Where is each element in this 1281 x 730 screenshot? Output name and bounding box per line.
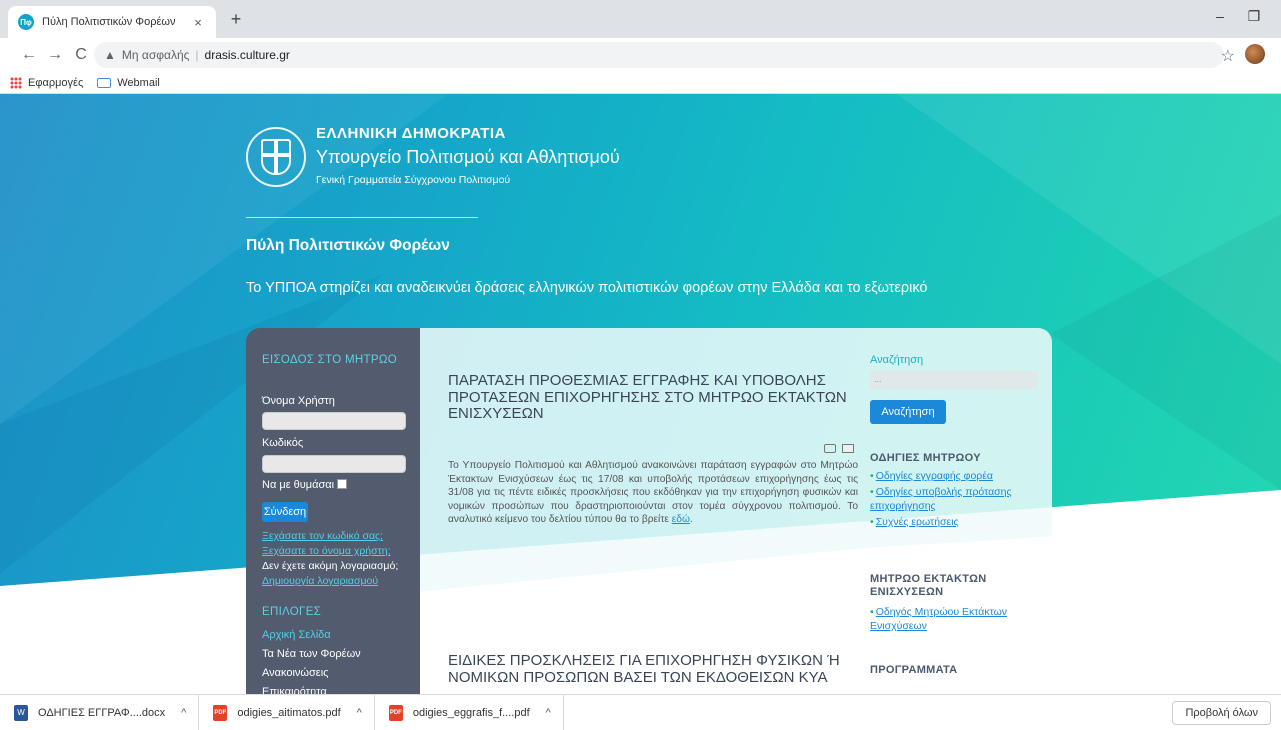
new-tab-button[interactable]: +: [224, 9, 248, 30]
forward-icon[interactable]: →: [42, 46, 68, 64]
url-input[interactable]: ▲ Μη ασφαλής | drasis.culture.gr: [94, 42, 1224, 68]
content-panel: ΕΙΣΟΔΟΣ ΣΤΟ ΜΗΤΡΩΟ Όνομα Χρήστη Κωδικός …: [246, 328, 1052, 694]
password-label: Κωδικός: [262, 437, 304, 449]
sidebar: ΕΙΣΟΔΟΣ ΣΤΟ ΜΗΤΡΩΟ Όνομα Χρήστη Κωδικός …: [246, 328, 420, 694]
search-input[interactable]: ...: [870, 371, 1038, 389]
page-title: Πύλη Πολιτιστικών Φορέων: [246, 237, 450, 254]
right-column: Αναζήτηση ... Αναζήτηση ΟΔΗΓΙΕΣ ΜΗΤΡΩΟΥ …: [870, 328, 1052, 694]
security-label[interactable]: Μη ασφαλής: [122, 48, 190, 62]
sidebar-item-news-current[interactable]: Επικαιρότητα: [262, 686, 327, 694]
tab-title: Πύλη Πολιτιστικών Φορέων: [42, 16, 176, 28]
print-icon[interactable]: [824, 444, 836, 453]
guide-link-faq[interactable]: • Συχνές ερωτήσεις: [870, 516, 959, 530]
pdf-icon: PDF: [388, 704, 403, 721]
create-account-link[interactable]: Δημιουργία λογαριασμού: [262, 575, 378, 587]
sidebar-item-news[interactable]: Τα Νέα των Φορέων: [262, 648, 361, 660]
ministry-name: Υπουργείο Πολιτισμού και Αθλητισμού: [316, 147, 620, 167]
login-button[interactable]: Σύνδεση: [262, 502, 308, 522]
login-heading: ΕΙΣΟΔΟΣ ΣΤΟ ΜΗΤΡΩΟ: [262, 354, 397, 366]
article-text: Το Υπουργείο Πολιτισμού και Αθλητισμού α…: [448, 460, 858, 526]
minimize-icon[interactable]: –: [1207, 8, 1233, 24]
org-title: ΕΛΛΗΝΙΚΗ ΔΗΜΟΚΡΑΤΙΑ: [316, 125, 506, 142]
tab-strip: Πφ Πύλη Πολιτιστικών Φορέων × + – ❐: [0, 0, 1281, 38]
divider: [246, 217, 478, 218]
article-body: Το Υπουργείο Πολιτισμού και Αθλητισμού α…: [448, 459, 858, 527]
forgot-username-link[interactable]: Ξεχάσατε το όνομα χρήστη;: [262, 545, 391, 557]
password-input[interactable]: [262, 455, 406, 473]
search-label: Αναζήτηση: [870, 354, 924, 366]
download-filename: odigies_aitimatos.pdf: [237, 706, 341, 719]
restore-icon[interactable]: ❐: [1241, 8, 1267, 25]
download-filename: odigies_eggrafis_f....pdf: [412, 706, 530, 719]
reload-icon[interactable]: C: [68, 46, 94, 64]
article-text-end: .: [689, 514, 693, 526]
back-icon[interactable]: ←: [16, 46, 42, 64]
no-account-text: Δεν έχετε ακόμη λογαριασμό;: [262, 560, 399, 572]
sidebar-item-announcements[interactable]: Ανακοινώσεις: [262, 667, 328, 679]
article-title[interactable]: ΕΙΔΙΚΕΣ ΠΡΟΣΚΛΗΣΕΙΣ ΓΙΑ ΕΠΙΧΟΡΗΓΗΣΗ ΦΥΣΙ…: [448, 652, 858, 686]
close-tab-icon[interactable]: ×: [190, 15, 206, 30]
tagline: Το ΥΠΠΟΑ στηρίζει και αναδεικνύει δράσει…: [246, 280, 928, 296]
username-input[interactable]: [262, 412, 406, 430]
guide-link-proposal[interactable]: • Οδηγίες υποβολής πρότασης επιχορήγησης: [870, 486, 1020, 513]
secretariat-name: Γενική Γραμματεία Σύγχρονου Πολιτισμού: [316, 174, 511, 186]
programs-heading: ΠΡΟΓΡΑΜΜΑΤΑ: [870, 664, 958, 676]
sidebar-item-home[interactable]: Αρχική Σελίδα: [262, 629, 331, 641]
download-filename: ΟΔΗΓΙΕΣ ΕΓΓΡΑΦ....docx: [38, 706, 166, 719]
forgot-password-link[interactable]: Ξεχάσατε τον κωδικό σας;: [262, 530, 383, 542]
download-item[interactable]: PDF odigies_aitimatos.pdf ^: [199, 694, 375, 730]
greek-emblem-icon: [246, 127, 306, 187]
site-favicon-icon: Πφ: [18, 14, 34, 30]
main-content: ΠΑΡΑΤΑΣΗ ΠΡΟΘΕΣΜΙΑΣ ΕΓΓΡΑΦΗΣ ΚΑΙ ΥΠΟΒΟΛΗ…: [420, 328, 870, 694]
bookmark-apps[interactable]: Εφαρμογές: [10, 76, 84, 89]
address-bar: ← → C ▲ Μη ασφαλής | drasis.culture.gr ☆: [0, 38, 1281, 72]
registry-heading: ΜΗΤΡΩΟ ΕΚΤΑΚΤΩΝ ΕΝΙΣΧΥΣΕΩΝ: [870, 573, 987, 598]
warning-triangle-icon[interactable]: ▲: [104, 48, 116, 62]
url-separator: |: [195, 48, 199, 62]
download-item[interactable]: PDF odigies_eggrafis_f....pdf ^: [375, 694, 564, 730]
username-label: Όνομα Χρήστη: [262, 395, 335, 407]
article-link[interactable]: εδώ: [672, 514, 690, 525]
avatar[interactable]: [1245, 44, 1265, 64]
chevron-up-icon[interactable]: ^: [546, 707, 551, 719]
remember-label: Να με θυμάσαι: [262, 479, 335, 491]
remember-checkbox[interactable]: [337, 479, 348, 489]
options-heading: ΕΠΙΛΟΓΕΣ: [262, 606, 322, 618]
search-button[interactable]: Αναζήτηση: [870, 400, 946, 424]
email-icon[interactable]: [842, 444, 854, 453]
registry-guide-link[interactable]: • Οδηγός Μητρώου Εκτάκτων Ενισχύσεων: [870, 606, 1010, 633]
mail-icon: [97, 77, 112, 88]
word-doc-icon: W: [14, 704, 28, 721]
pdf-icon: PDF: [213, 704, 228, 721]
bookmarks-bar: Εφαρμογές Webmail: [0, 72, 1281, 94]
download-item[interactable]: W ΟΔΗΓΙΕΣ ΕΓΓΡΑΦ....docx ^: [0, 694, 200, 730]
star-icon[interactable]: ☆: [1221, 46, 1235, 66]
tab-active[interactable]: Πφ Πύλη Πολιτιστικών Φορέων ×: [8, 6, 216, 38]
bookmark-webmail[interactable]: Webmail: [97, 77, 160, 89]
download-shelf: W ΟΔΗΓΙΕΣ ΕΓΓΡΑΦ....docx ^ PDF odigies_a…: [0, 694, 1281, 730]
chevron-up-icon[interactable]: ^: [357, 707, 362, 719]
show-all-downloads-button[interactable]: Προβολή όλων: [1172, 701, 1271, 725]
bookmark-label: Εφαρμογές: [28, 76, 84, 89]
remember-row: Να με θυμάσαι: [262, 479, 348, 491]
page-background: ΕΛΛΗΝΙΚΗ ΔΗΜΟΚΡΑΤΙΑ Υπουργείο Πολιτισμού…: [0, 94, 1281, 694]
article-title[interactable]: ΠΑΡΑΤΑΣΗ ΠΡΟΘΕΣΜΙΑΣ ΕΓΓΡΑΦΗΣ ΚΑΙ ΥΠΟΒΟΛΗ…: [448, 372, 858, 423]
chevron-up-icon[interactable]: ^: [181, 707, 186, 719]
guide-link-register[interactable]: • Οδηγίες εγγραφής φορέα: [870, 470, 993, 484]
bookmark-label: Webmail: [117, 76, 160, 89]
url-text[interactable]: drasis.culture.gr: [205, 48, 290, 62]
guides-heading: ΟΔΗΓΙΕΣ ΜΗΤΡΩΟΥ: [870, 452, 981, 464]
apps-grid-icon: [10, 76, 22, 89]
